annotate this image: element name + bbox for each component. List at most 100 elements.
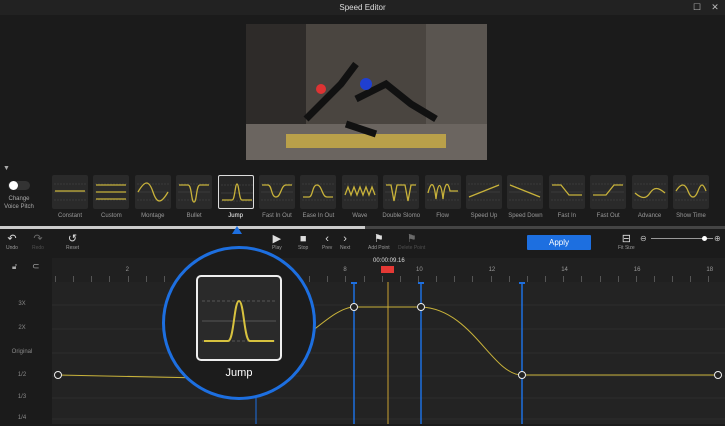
fit-size-icon: ⊟ [621,233,631,245]
speed-label: 1/4 [17,415,27,421]
preset-advance[interactable]: Advance [631,175,668,219]
playhead-handle[interactable] [381,266,394,273]
preset-magnifier: Jump [162,246,316,400]
speed-point-marker[interactable] [418,274,424,284]
fit-size-button[interactable]: ⊟ Fit Size [618,233,635,251]
ruler-label: 12 [488,267,496,273]
speed-label: Original [11,349,33,355]
speed-curve-canvas[interactable] [52,274,725,424]
prev-button[interactable]: ‹ Prev [322,233,332,251]
preset-thumbnail [631,175,668,209]
title-bar: Speed Editor [0,0,725,15]
prev-icon: ‹ [325,233,329,245]
add-point-label: Add Point [368,245,390,251]
preset-wave[interactable]: Wave [341,175,378,219]
preset-curve-icon [426,183,459,201]
speed-point-marker[interactable] [351,274,357,284]
preset-fast-out[interactable]: Fast Out [590,175,627,219]
ruler-label: 8 [343,267,347,273]
preset-curve-icon [220,183,253,202]
preset-thumbnail [548,175,585,209]
preset-thumbnail [341,175,378,209]
preset-thumbnail [507,175,544,209]
voice-pitch-label-2: Voice Pitch [4,204,34,210]
ruler-label: 18 [706,267,714,273]
preset-fast-in-out[interactable]: Fast In Out [259,175,295,219]
zoom-slider-knob[interactable] [701,236,707,241]
preset-curve-icon [675,183,707,201]
lock-icon[interactable]: 🔓︎ [12,262,17,272]
undo-label: Undo [6,245,18,251]
magnified-preset-box [196,275,282,361]
zoom-slider[interactable] [651,236,713,241]
jump-curve-icon [202,299,276,342]
preset-show-time[interactable]: Show Time [673,175,709,219]
preset-thumbnail [93,175,130,209]
stop-button[interactable]: ■ Stop [298,233,308,251]
next-button[interactable]: › Next [340,233,350,251]
magnet-icon[interactable]: ⊂ [32,261,40,272]
prev-label: Prev [322,245,333,251]
preset-thumbnail [590,175,627,209]
zoom-in-icon[interactable]: ⊕ [714,234,721,243]
voice-pitch-toggle[interactable] [8,181,30,190]
speed-graph[interactable] [52,274,725,424]
zoom-out-icon[interactable]: ⊖ [640,234,647,243]
preset-speed-up[interactable]: Speed Up [466,175,502,219]
video-preview [246,24,487,160]
preset-thumbnail [383,175,420,209]
redo-label: Redo [32,245,44,251]
delete-point-icon: ⚑ [406,233,417,245]
curve-control-point[interactable] [518,371,526,379]
voice-pitch-label-1: Change [8,196,30,202]
maximize-icon[interactable]: ☐ [692,2,702,12]
close-icon[interactable]: ✕ [710,2,720,12]
preset-curve-icon [509,183,542,201]
curve-control-point[interactable] [54,371,62,379]
preset-scrollbar[interactable] [0,226,725,229]
toggle-knob [9,181,18,190]
preset-constant[interactable]: Constant [52,175,88,219]
add-point-button[interactable]: ⚑ Add Point [368,233,390,251]
curve-control-point[interactable] [714,371,722,379]
preset-ease-in-out[interactable]: Ease In Out [300,175,337,219]
preset-curve-icon [468,183,500,201]
preset-curve-icon [178,183,211,203]
preset-thumbnail [217,175,254,209]
preset-fast-in[interactable]: Fast In [548,175,585,219]
delete-point-button[interactable]: ⚑ Delete Point [398,233,425,251]
speed-label: 3X [18,301,26,307]
ruler-label: 14 [561,267,568,273]
scrollbar-thumb[interactable] [0,226,365,229]
preset-jump[interactable]: Jump [217,175,254,219]
ruler-label: 2 [125,267,129,273]
window-title: Speed Editor [339,3,386,12]
preset-montage[interactable]: Montage [134,175,171,219]
preset-speed-down[interactable]: Speed Down [507,175,544,219]
delete-point-label: Delete Point [398,245,426,251]
preset-curve-icon [54,183,86,201]
curve-control-point[interactable] [417,303,425,311]
speed-label: 2X [18,325,26,331]
redo-button[interactable]: ↷ Redo [32,233,44,251]
speed-point-marker[interactable] [519,274,525,284]
reset-label: Reset [66,245,80,251]
stop-label: Stop [298,245,309,251]
preset-bullet[interactable]: Bullet [176,175,213,219]
selected-pointer [232,226,242,234]
preset-custom[interactable]: Custom [93,175,130,219]
preset-double-slomo[interactable]: Double Slomo [382,175,420,219]
preset-curve-icon [302,183,335,201]
preset-label: Show Time [676,213,706,219]
play-button[interactable]: ▶ Play [272,233,282,251]
undo-button[interactable]: ↶ Undo [6,233,18,251]
ruler-label: 10 [416,267,423,273]
preset-curve-icon [261,183,293,201]
collapse-icon[interactable]: ▼ [3,165,10,172]
preset-curve-icon [385,183,418,202]
reset-button[interactable]: ↺ Reset [66,233,79,251]
apply-button[interactable]: Apply [527,235,591,250]
add-point-icon: ⚑ [373,233,384,245]
curve-control-point[interactable] [350,303,358,311]
preset-flow[interactable]: Flow [424,175,461,219]
